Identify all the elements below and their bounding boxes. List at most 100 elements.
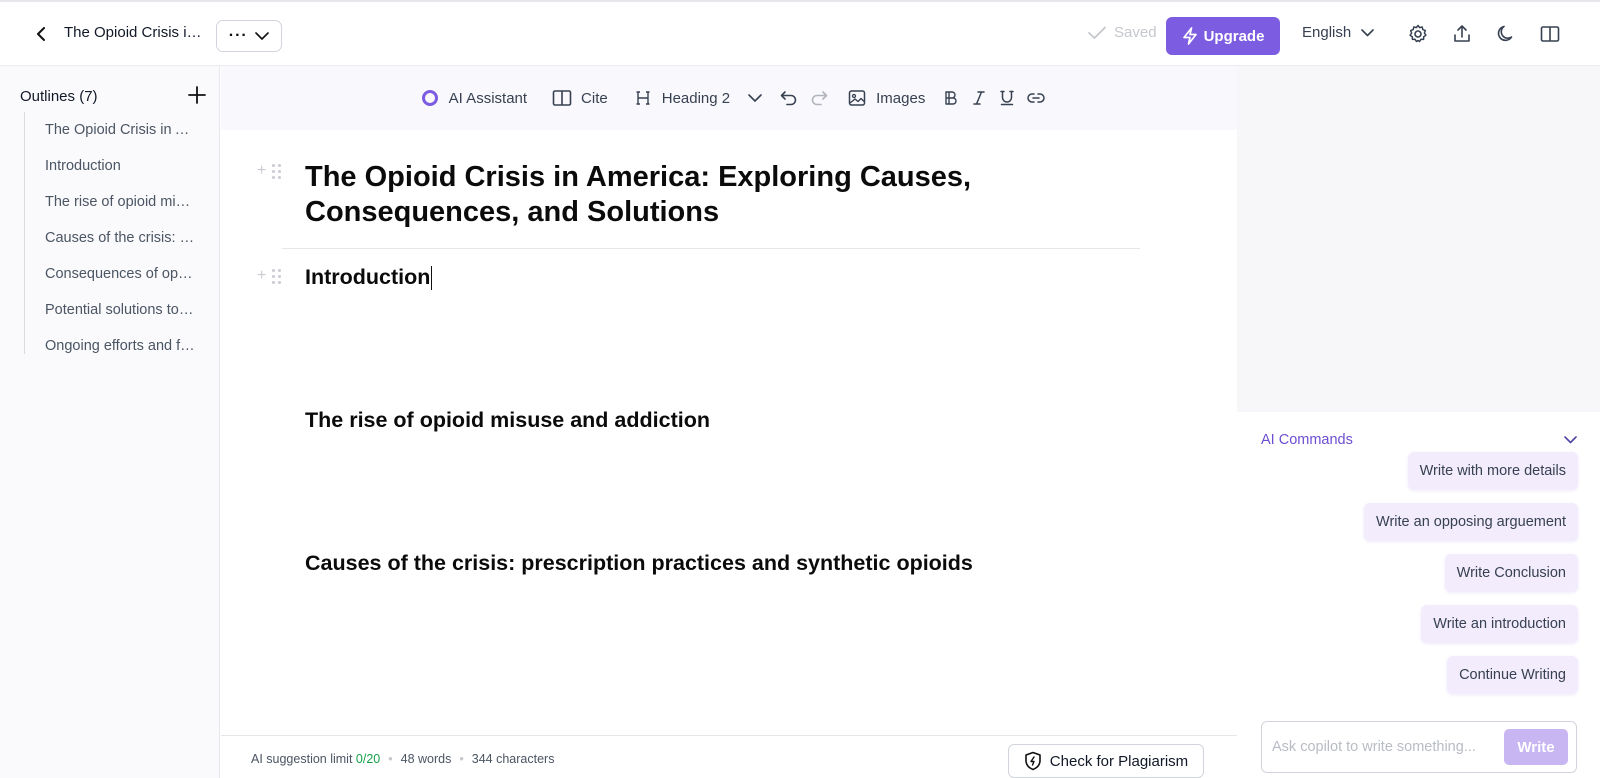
section-heading-causes[interactable]: Causes of the crisis: prescription pract… (305, 551, 973, 576)
separator-dot: • (388, 752, 393, 766)
chevron-down-icon (748, 93, 762, 102)
status-bar: AI suggestion limit 0/20 • 48 words • 34… (221, 735, 1237, 778)
cite-button[interactable]: Cite (551, 83, 608, 113)
cite-label: Cite (581, 89, 608, 107)
upgrade-button[interactable]: Upgrade (1166, 17, 1280, 55)
add-outline-button[interactable] (186, 84, 208, 106)
chevron-down-icon (1564, 436, 1577, 444)
chevron-left-icon (37, 27, 45, 41)
ai-commands-toggle[interactable]: AI Commands (1261, 432, 1577, 448)
outline-item-label: Ongoing efforts and future outlook (45, 338, 195, 354)
block-handle[interactable]: + (257, 268, 282, 284)
title-divider (282, 248, 1140, 249)
chevron-down-icon (1361, 28, 1375, 36)
export-button[interactable] (1450, 22, 1474, 46)
link-icon (1027, 93, 1046, 103)
lightning-icon (1182, 27, 1197, 45)
editor-toolbar: AI Assistant Cite Heading 2 Images (221, 66, 1237, 130)
ai-limit: AI suggestion limit 0/20 (251, 752, 380, 766)
editor-canvas[interactable]: + The Opioid Crisis in America: Explorin… (221, 130, 1237, 735)
outlines-count: (7) (79, 88, 98, 105)
ai-assistant-button[interactable]: AI Assistant (419, 83, 527, 113)
ai-limit-value: 0/20 (355, 752, 381, 766)
ai-command-more-details[interactable]: Write with more details (1407, 452, 1578, 490)
drag-handle-icon[interactable] (272, 268, 282, 284)
dark-mode-button[interactable] (1494, 22, 1518, 46)
heading-text: Introduction (305, 265, 431, 289)
chevron-down-icon (255, 31, 270, 40)
outline-item-label: Introduction (45, 158, 121, 174)
ai-command-continue-writing[interactable]: Continue Writing (1447, 656, 1578, 694)
text-caret (431, 266, 433, 291)
outline-item[interactable]: Potential solutions to the crisis (25, 292, 210, 328)
ai-ring-icon (421, 90, 438, 106)
copilot-input[interactable] (1272, 736, 1492, 758)
plus-icon (188, 86, 206, 104)
settings-button[interactable] (1406, 22, 1430, 46)
outline-item[interactable]: Causes of the crisis: prescription pract… (25, 220, 210, 256)
character-count: 344 characters (471, 752, 555, 766)
section-heading-rise[interactable]: The rise of opioid misuse and addiction (305, 408, 710, 433)
bold-icon (945, 91, 957, 105)
ai-side-panel: AI Commands Write with more details Writ… (1237, 66, 1600, 778)
undo-icon (780, 91, 797, 106)
redo-button[interactable] (810, 83, 828, 113)
outline-sidebar: Outlines (7) The Opioid Crisis in Americ… (0, 66, 220, 778)
ai-assistant-label: AI Assistant (448, 89, 528, 107)
document-title[interactable]: The Opioid Crisis in America: Exploring … (64, 24, 202, 41)
underline-icon (1000, 90, 1015, 106)
bold-button[interactable] (943, 83, 959, 113)
language-select[interactable]: English (1302, 24, 1375, 41)
copilot-prompt-box: Write (1261, 721, 1577, 773)
separator-dot: • (459, 752, 464, 766)
outline-item[interactable]: The Opioid Crisis in America: Exploring … (25, 112, 210, 148)
shield-icon (1024, 751, 1041, 771)
ai-command-opposing-argument[interactable]: Write an opposing arguement (1364, 503, 1578, 541)
document-stats: AI suggestion limit 0/20 • 48 words • 34… (251, 752, 554, 766)
more-options-dropdown[interactable]: ··· (216, 20, 282, 52)
add-block-icon[interactable]: + (257, 163, 266, 179)
check-plagiarism-label: Check for Plagiarism (1049, 752, 1189, 770)
book-open-icon (1540, 26, 1560, 42)
heading-label: Heading 2 (661, 89, 731, 107)
block-handle[interactable]: + (257, 163, 282, 179)
write-button[interactable]: Write (1504, 729, 1568, 765)
more-icon: ··· (228, 27, 248, 44)
section-heading-introduction[interactable]: Introduction (305, 265, 433, 291)
reader-view-button[interactable] (1538, 22, 1562, 46)
undo-button[interactable] (780, 83, 798, 113)
drag-handle-icon[interactable] (272, 163, 282, 179)
image-icon (848, 90, 866, 106)
ai-command-conclusion[interactable]: Write Conclusion (1444, 554, 1578, 592)
images-button[interactable]: Images (846, 83, 925, 113)
add-block-icon[interactable]: + (257, 268, 266, 284)
saved-label: Saved (1114, 24, 1157, 41)
check-plagiarism-button[interactable]: Check for Plagiarism (1008, 744, 1204, 778)
outline-item[interactable]: Consequences of opioid addiction (25, 256, 210, 292)
underline-button[interactable] (999, 83, 1015, 113)
ai-limit-label: AI suggestion limit (251, 752, 353, 766)
heading-select[interactable]: Heading 2 (632, 83, 762, 113)
italic-button[interactable] (971, 83, 987, 113)
outline-item[interactable]: Introduction (25, 148, 210, 184)
italic-icon (973, 91, 986, 105)
link-button[interactable] (1027, 83, 1046, 113)
outline-item-label: Potential solutions to the crisis (45, 302, 195, 318)
language-label: English (1302, 24, 1352, 41)
outline-item[interactable]: The rise of opioid misuse and addiction (25, 184, 210, 220)
gear-icon (1409, 24, 1427, 43)
outline-item[interactable]: Ongoing efforts and future outlook (25, 328, 210, 364)
outline-item-label: Consequences of opioid addiction (45, 266, 195, 282)
outline-item-label: The rise of opioid misuse and addiction (45, 194, 195, 210)
ai-command-introduction[interactable]: Write an introduction (1421, 605, 1578, 643)
check-icon (1088, 26, 1106, 39)
saved-status: Saved (1088, 24, 1157, 41)
redo-icon (811, 91, 828, 106)
book-icon (552, 90, 572, 106)
document-heading[interactable]: The Opioid Crisis in America: Exploring … (305, 160, 1005, 230)
panel-empty-area (1237, 66, 1600, 412)
upload-icon (1454, 25, 1470, 42)
outlines-heading: Outlines (7) (20, 88, 98, 105)
back-button[interactable] (30, 20, 54, 48)
moon-icon (1497, 25, 1513, 42)
